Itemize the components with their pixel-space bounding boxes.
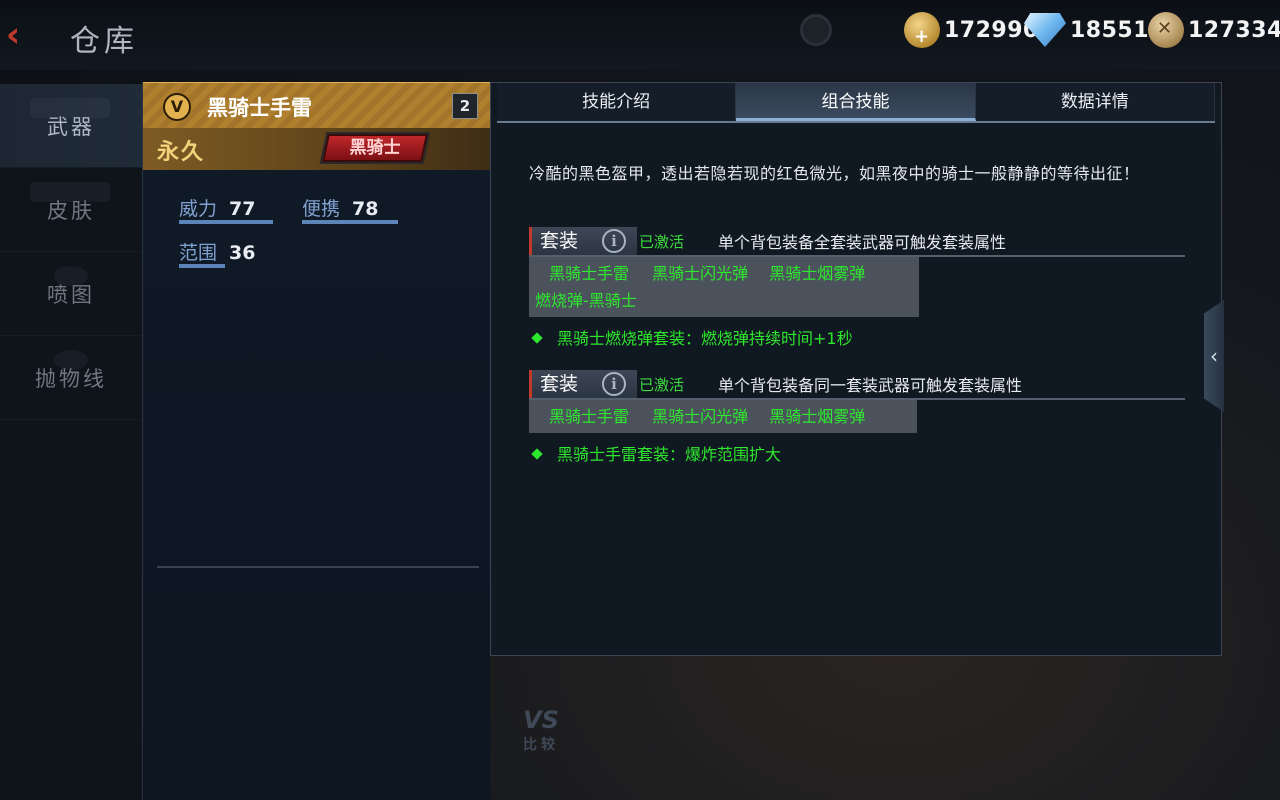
stat-value: 78 bbox=[352, 198, 379, 220]
stat-bar bbox=[179, 264, 225, 268]
currency-gold[interactable]: 172990 bbox=[904, 12, 1039, 48]
coin-value: 127334 bbox=[1188, 17, 1280, 43]
set-item: 黑骑士烟雾弹 bbox=[769, 407, 866, 426]
set-item: 燃烧弹-黑骑士 bbox=[535, 291, 637, 310]
skill-description: 冷酷的黑色盔甲，透出若隐若现的红色微光，如黑夜中的骑士一般静静的等待出征！ bbox=[529, 164, 1140, 183]
currency-diamond[interactable]: 18551 bbox=[1024, 12, 1149, 48]
category-sidebar: 武器 皮肤 喷图 抛物线 bbox=[0, 84, 142, 800]
set-badge-label: 套装 bbox=[540, 230, 579, 252]
item-detail-panel: V 黑骑士手雷 2 永久 黑骑士 威力 77 便携 78 范围 36 bbox=[142, 82, 490, 800]
stat-power: 威力 77 bbox=[179, 194, 273, 224]
vs-icon: VS bbox=[523, 706, 559, 734]
back-button[interactable]: ‹‹ bbox=[6, 16, 50, 54]
vip-badge-icon: V bbox=[163, 93, 191, 121]
crossed-swords-coin-icon bbox=[1148, 12, 1184, 48]
set-bonus: 黑骑士手雷套装：爆炸范围扩大 bbox=[529, 441, 1185, 465]
set-item: 黑骑士手雷 bbox=[549, 264, 630, 283]
gold-coin-icon bbox=[904, 12, 940, 48]
stat-bar bbox=[302, 220, 398, 224]
set-condition: 单个背包装备全套装武器可触发套装属性 bbox=[718, 233, 1007, 252]
tab-data-details[interactable]: 数据详情 bbox=[975, 83, 1215, 121]
stat-label: 范围 bbox=[179, 242, 218, 264]
item-count-badge: 2 bbox=[452, 93, 478, 119]
set-item: 黑骑士闪光弹 bbox=[652, 407, 749, 426]
info-icon[interactable]: i bbox=[602, 229, 626, 253]
set-header: 套装 i 已激活 单个背包装备同一套装武器可触发套装属性 bbox=[529, 370, 1185, 400]
skill-panel: 技能介绍 组合技能 数据详情 冷酷的黑色盔甲，透出若隐若现的红色微光，如黑夜中的… bbox=[490, 82, 1222, 656]
stat-bar bbox=[179, 220, 273, 224]
item-header: V 黑骑士手雷 2 bbox=[143, 82, 490, 128]
item-subheader: 永久 黑骑士 bbox=[143, 128, 490, 170]
set-bonus-text: 黑骑士燃烧弹套装：燃烧弹持续时间+1秒 bbox=[557, 329, 853, 348]
set-item: 黑骑士闪光弹 bbox=[652, 264, 749, 283]
set-bonus-text: 黑骑士手雷套装：爆炸范围扩大 bbox=[557, 445, 782, 464]
set-items: 黑骑士手雷 黑骑士闪光弹 黑骑士烟雾弹 燃烧弹-黑骑士 bbox=[529, 257, 919, 317]
sidebar-item-skins[interactable]: 皮肤 bbox=[0, 168, 142, 252]
set-item: 黑骑士烟雾弹 bbox=[769, 264, 866, 283]
set-block: 套装 i 已激活 单个背包装备同一套装武器可触发套装属性 黑骑士手雷 黑骑士闪光… bbox=[529, 370, 1185, 465]
set-condition: 单个背包装备同一套装武器可触发套装属性 bbox=[718, 376, 1023, 395]
chevron-left-icon: ‹ bbox=[1210, 344, 1218, 368]
set-block: 套装 i 已激活 单个背包装备全套装武器可触发套装属性 黑骑士手雷 黑骑士闪光弹… bbox=[529, 227, 1185, 349]
rifle-silhouette-icon bbox=[30, 98, 110, 118]
tab-combo-skill[interactable]: 组合技能 bbox=[736, 83, 976, 121]
stat-value: 36 bbox=[229, 242, 256, 264]
stat-range: 范围 36 bbox=[179, 238, 256, 268]
set-badge-label: 套装 bbox=[540, 373, 579, 395]
currency-coin[interactable]: 127334 bbox=[1148, 12, 1280, 48]
page-title: 仓库 bbox=[70, 24, 138, 59]
bullet-diamond-icon bbox=[531, 448, 543, 460]
set-badge: 套装 i bbox=[529, 227, 637, 255]
tab-skill-intro[interactable]: 技能介绍 bbox=[497, 83, 737, 121]
background-orb-decoration bbox=[800, 14, 832, 46]
spray-icon bbox=[54, 266, 88, 286]
diamond-icon bbox=[1024, 13, 1066, 47]
item-duration: 永久 bbox=[157, 140, 206, 165]
collapse-panel-handle[interactable]: ‹ bbox=[1204, 300, 1224, 412]
set-header: 套装 i 已激活 单个背包装备全套装武器可触发套装属性 bbox=[529, 227, 1185, 257]
set-status: 已激活 bbox=[639, 376, 685, 394]
set-bonus: 黑骑士燃烧弹套装：燃烧弹持续时间+1秒 bbox=[529, 325, 1185, 349]
top-bar: ‹‹ 仓库 172990 18551 127334 bbox=[0, 0, 1280, 70]
trajectory-icon bbox=[54, 350, 88, 370]
set-badge: 套装 i bbox=[529, 370, 637, 398]
sidebar-item-trajectory[interactable]: 抛物线 bbox=[0, 336, 142, 420]
stat-label: 威力 bbox=[179, 198, 218, 220]
sidebar-item-sprays[interactable]: 喷图 bbox=[0, 252, 142, 336]
diamond-value: 18551 bbox=[1070, 17, 1150, 43]
compare-button[interactable]: VS 比较 bbox=[518, 706, 564, 766]
sidebar-item-weapons[interactable]: 武器 bbox=[0, 84, 142, 168]
series-tag-label: 黑骑士 bbox=[349, 138, 401, 158]
stat-label: 便携 bbox=[302, 198, 341, 220]
bullet-diamond-icon bbox=[531, 332, 543, 344]
skill-tabs: 技能介绍 组合技能 数据详情 bbox=[497, 83, 1215, 123]
set-status: 已激活 bbox=[639, 233, 685, 251]
stat-portability: 便携 78 bbox=[302, 194, 398, 224]
series-tag-badge: 黑骑士 bbox=[322, 134, 428, 162]
set-item: 黑骑士手雷 bbox=[549, 407, 630, 426]
item-name: 黑骑士手雷 bbox=[207, 96, 312, 120]
compare-label: 比较 bbox=[523, 737, 559, 753]
stat-value: 77 bbox=[229, 198, 256, 220]
set-items: 黑骑士手雷 黑骑士闪光弹 黑骑士烟雾弹 bbox=[529, 400, 917, 433]
panel-divider bbox=[157, 566, 479, 568]
rifle-silhouette-icon bbox=[30, 182, 110, 202]
info-icon[interactable]: i bbox=[602, 372, 626, 396]
